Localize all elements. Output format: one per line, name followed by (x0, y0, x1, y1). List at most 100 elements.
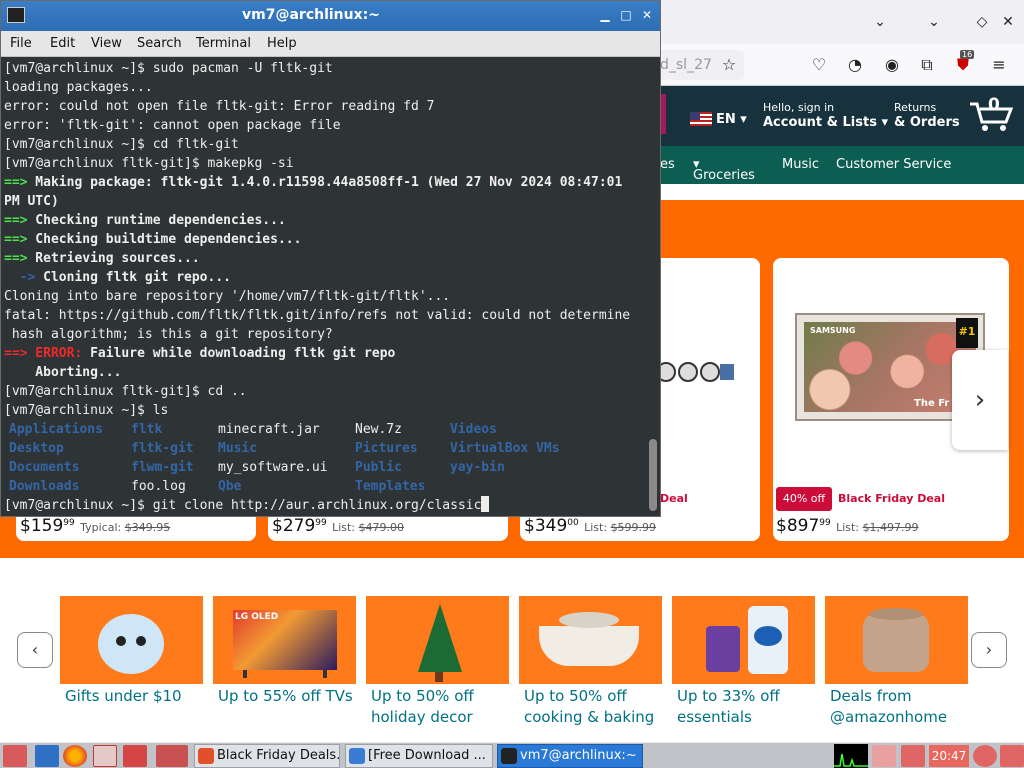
line-text: Cloning fltk git repo... (35, 270, 231, 285)
terminal-line: ==> Making package: fltk-git 1.4.0.r1159… (4, 173, 622, 192)
carousel-next-button[interactable]: › (952, 350, 1008, 450)
terminal-output[interactable]: [vm7@archlinux ~]$ sudo pacman -U fltk-g… (4, 59, 644, 515)
close-icon[interactable]: ✕ (639, 7, 655, 23)
swatch[interactable] (678, 362, 698, 382)
menu-edit[interactable]: Edit (50, 36, 75, 51)
terminal-titlebar[interactable]: vm7@archlinux:~ ▁ □ ✕ (1, 1, 660, 31)
bookmark-star-icon[interactable]: ☆ (718, 54, 740, 76)
power-icon[interactable] (1000, 745, 1024, 767)
terminal-window[interactable]: vm7@archlinux:~ ▁ □ ✕ File Edit View Sea… (0, 0, 661, 517)
terminal-title: vm7@archlinux:~ (242, 7, 380, 23)
minimize-icon[interactable]: ⌄ (922, 10, 946, 34)
cpu-graph-icon[interactable] (834, 744, 868, 768)
maximize-icon[interactable]: ◇ (970, 10, 994, 34)
tree-trunk (435, 672, 443, 682)
line-prefix: ==> ERROR: (4, 346, 83, 361)
account-lists-link[interactable]: Account & Lists ▾ (763, 115, 888, 130)
ls-file: New.7z (355, 422, 402, 437)
nav-item-music[interactable]: Music (782, 157, 819, 172)
task-terminal[interactable]: vm7@archlinux:~ (497, 744, 643, 768)
carousel-next-button-2[interactable]: › (971, 632, 1007, 668)
ls-directory: Applications (9, 422, 103, 437)
list-label: List: (332, 521, 356, 534)
pocket-icon[interactable]: ♡ (808, 54, 830, 76)
terminal-line: fatal: https://github.com/fltk/fltk.git/… (4, 308, 631, 323)
terminal-menubar: File Edit View Search Terminal Help (1, 31, 660, 57)
network-icon[interactable] (872, 745, 896, 767)
tv-leg (243, 670, 247, 678)
list-price: $599.99 (610, 521, 657, 534)
terminal-line: [vm7@archlinux ~]$ ls (4, 403, 169, 418)
minimize-icon[interactable]: ▁ (597, 7, 613, 23)
menu-help[interactable]: Help (267, 36, 297, 51)
category-tile[interactable]: Deals from @amazonhome (825, 596, 968, 726)
returns-orders-link[interactable]: & Orders (894, 115, 960, 130)
terminal-line: [vm7@archlinux ~]$ cd fltk-git (4, 137, 239, 152)
category-tile[interactable]: LG OLED Up to 55% off TVs (213, 596, 356, 726)
workspace-1-icon[interactable] (93, 745, 117, 767)
nav-item-truncated[interactable]: es (660, 157, 675, 172)
category-tile[interactable]: Up to 33% off essentials (672, 596, 815, 726)
tv-brand: SAMSUNG (810, 326, 856, 335)
tab-list-chevron-icon[interactable]: ⌄ (868, 10, 892, 34)
category-tile[interactable]: Gifts under $10 (60, 596, 203, 726)
list-label: List: (836, 521, 860, 534)
category-tile[interactable]: Up to 50% off holiday decor (366, 596, 509, 726)
us-flag-icon[interactable] (690, 112, 712, 126)
settings-icon[interactable] (973, 745, 997, 767)
price-cents: 99 (315, 518, 327, 528)
account-icon[interactable]: ◉ (881, 54, 903, 76)
language-selector[interactable]: EN ▾ (716, 112, 747, 127)
clock[interactable]: 20:47 (929, 745, 969, 767)
command-input[interactable]: [vm7@archlinux ~]$ git clone http://aur.… (4, 498, 481, 513)
task-free-download[interactable]: [Free Download ... (345, 744, 493, 768)
notification-badge: 16 (960, 50, 975, 59)
line-prefix: -> (4, 270, 36, 285)
nav-item-groceries[interactable]: Groceries ▾ (693, 157, 755, 183)
extensions-icon[interactable]: ⧉ (916, 54, 938, 76)
sync-icon[interactable] (901, 745, 925, 767)
menu-icon[interactable]: ≡ (988, 54, 1010, 76)
line-prefix: ==> (4, 232, 28, 247)
terminal-icon (501, 748, 517, 764)
firefox-icon[interactable] (63, 745, 87, 767)
task-label: [Free Download ... (368, 748, 486, 763)
workspace-2-icon[interactable] (123, 745, 147, 767)
menu-view[interactable]: View (91, 36, 122, 51)
ls-file: foo.log (131, 479, 186, 494)
color-swatches (656, 362, 736, 384)
price-whole: $897 (776, 516, 820, 536)
terminal-line: Aborting... (4, 365, 122, 380)
task-firefox[interactable]: Black Friday Deals... (194, 744, 340, 768)
category-label: Up to 50% off holiday decor (371, 687, 474, 726)
scrollbar-thumb[interactable] (649, 439, 657, 511)
category-image (672, 596, 815, 684)
prompt-line[interactable]: [vm7@archlinux ~]$ git clone http://aur.… (4, 496, 490, 515)
file-manager-icon[interactable] (35, 745, 59, 767)
workspace-3-icon[interactable] (156, 745, 188, 767)
terminal-line: ==> Checking runtime dependencies... (4, 211, 286, 230)
browser-tab-bar: ⌄ ⌄ ◇ ✕ (660, 0, 1024, 44)
menu-file[interactable]: File (10, 36, 32, 51)
line-text: Making package: fltk-git 1.4.0.r11598.44… (27, 175, 623, 190)
maximize-icon[interactable]: □ (618, 7, 634, 23)
line-text: Checking runtime dependencies... (27, 213, 286, 228)
menu-terminal[interactable]: Terminal (196, 36, 251, 51)
category-image: LG OLED (213, 596, 356, 684)
swatch[interactable] (700, 362, 720, 382)
category-tile[interactable]: Up to 50% off cooking & baking (519, 596, 662, 726)
line-text: Checking buildtime dependencies... (27, 232, 302, 247)
line-text: Failure while downloading fltk git repo (82, 346, 396, 361)
nav-item-customer-service[interactable]: Customer Service (836, 157, 951, 172)
start-menu-icon[interactable] (3, 745, 27, 767)
ls-directory: Pictures (355, 441, 418, 456)
menu-search[interactable]: Search (137, 36, 182, 51)
close-icon[interactable]: ✕ (996, 10, 1020, 34)
gauge-icon[interactable]: ◔ (844, 54, 866, 76)
terminal-scrollbar[interactable] (648, 59, 658, 515)
list-label: Typical: (80, 521, 122, 534)
terminal-line: hash algorithm; is this a git repository… (4, 327, 333, 342)
ls-directory: Music (218, 441, 258, 456)
price-4: $89799 List: $1,497.99 (776, 516, 919, 536)
carousel-prev-button[interactable]: ‹ (17, 632, 53, 668)
